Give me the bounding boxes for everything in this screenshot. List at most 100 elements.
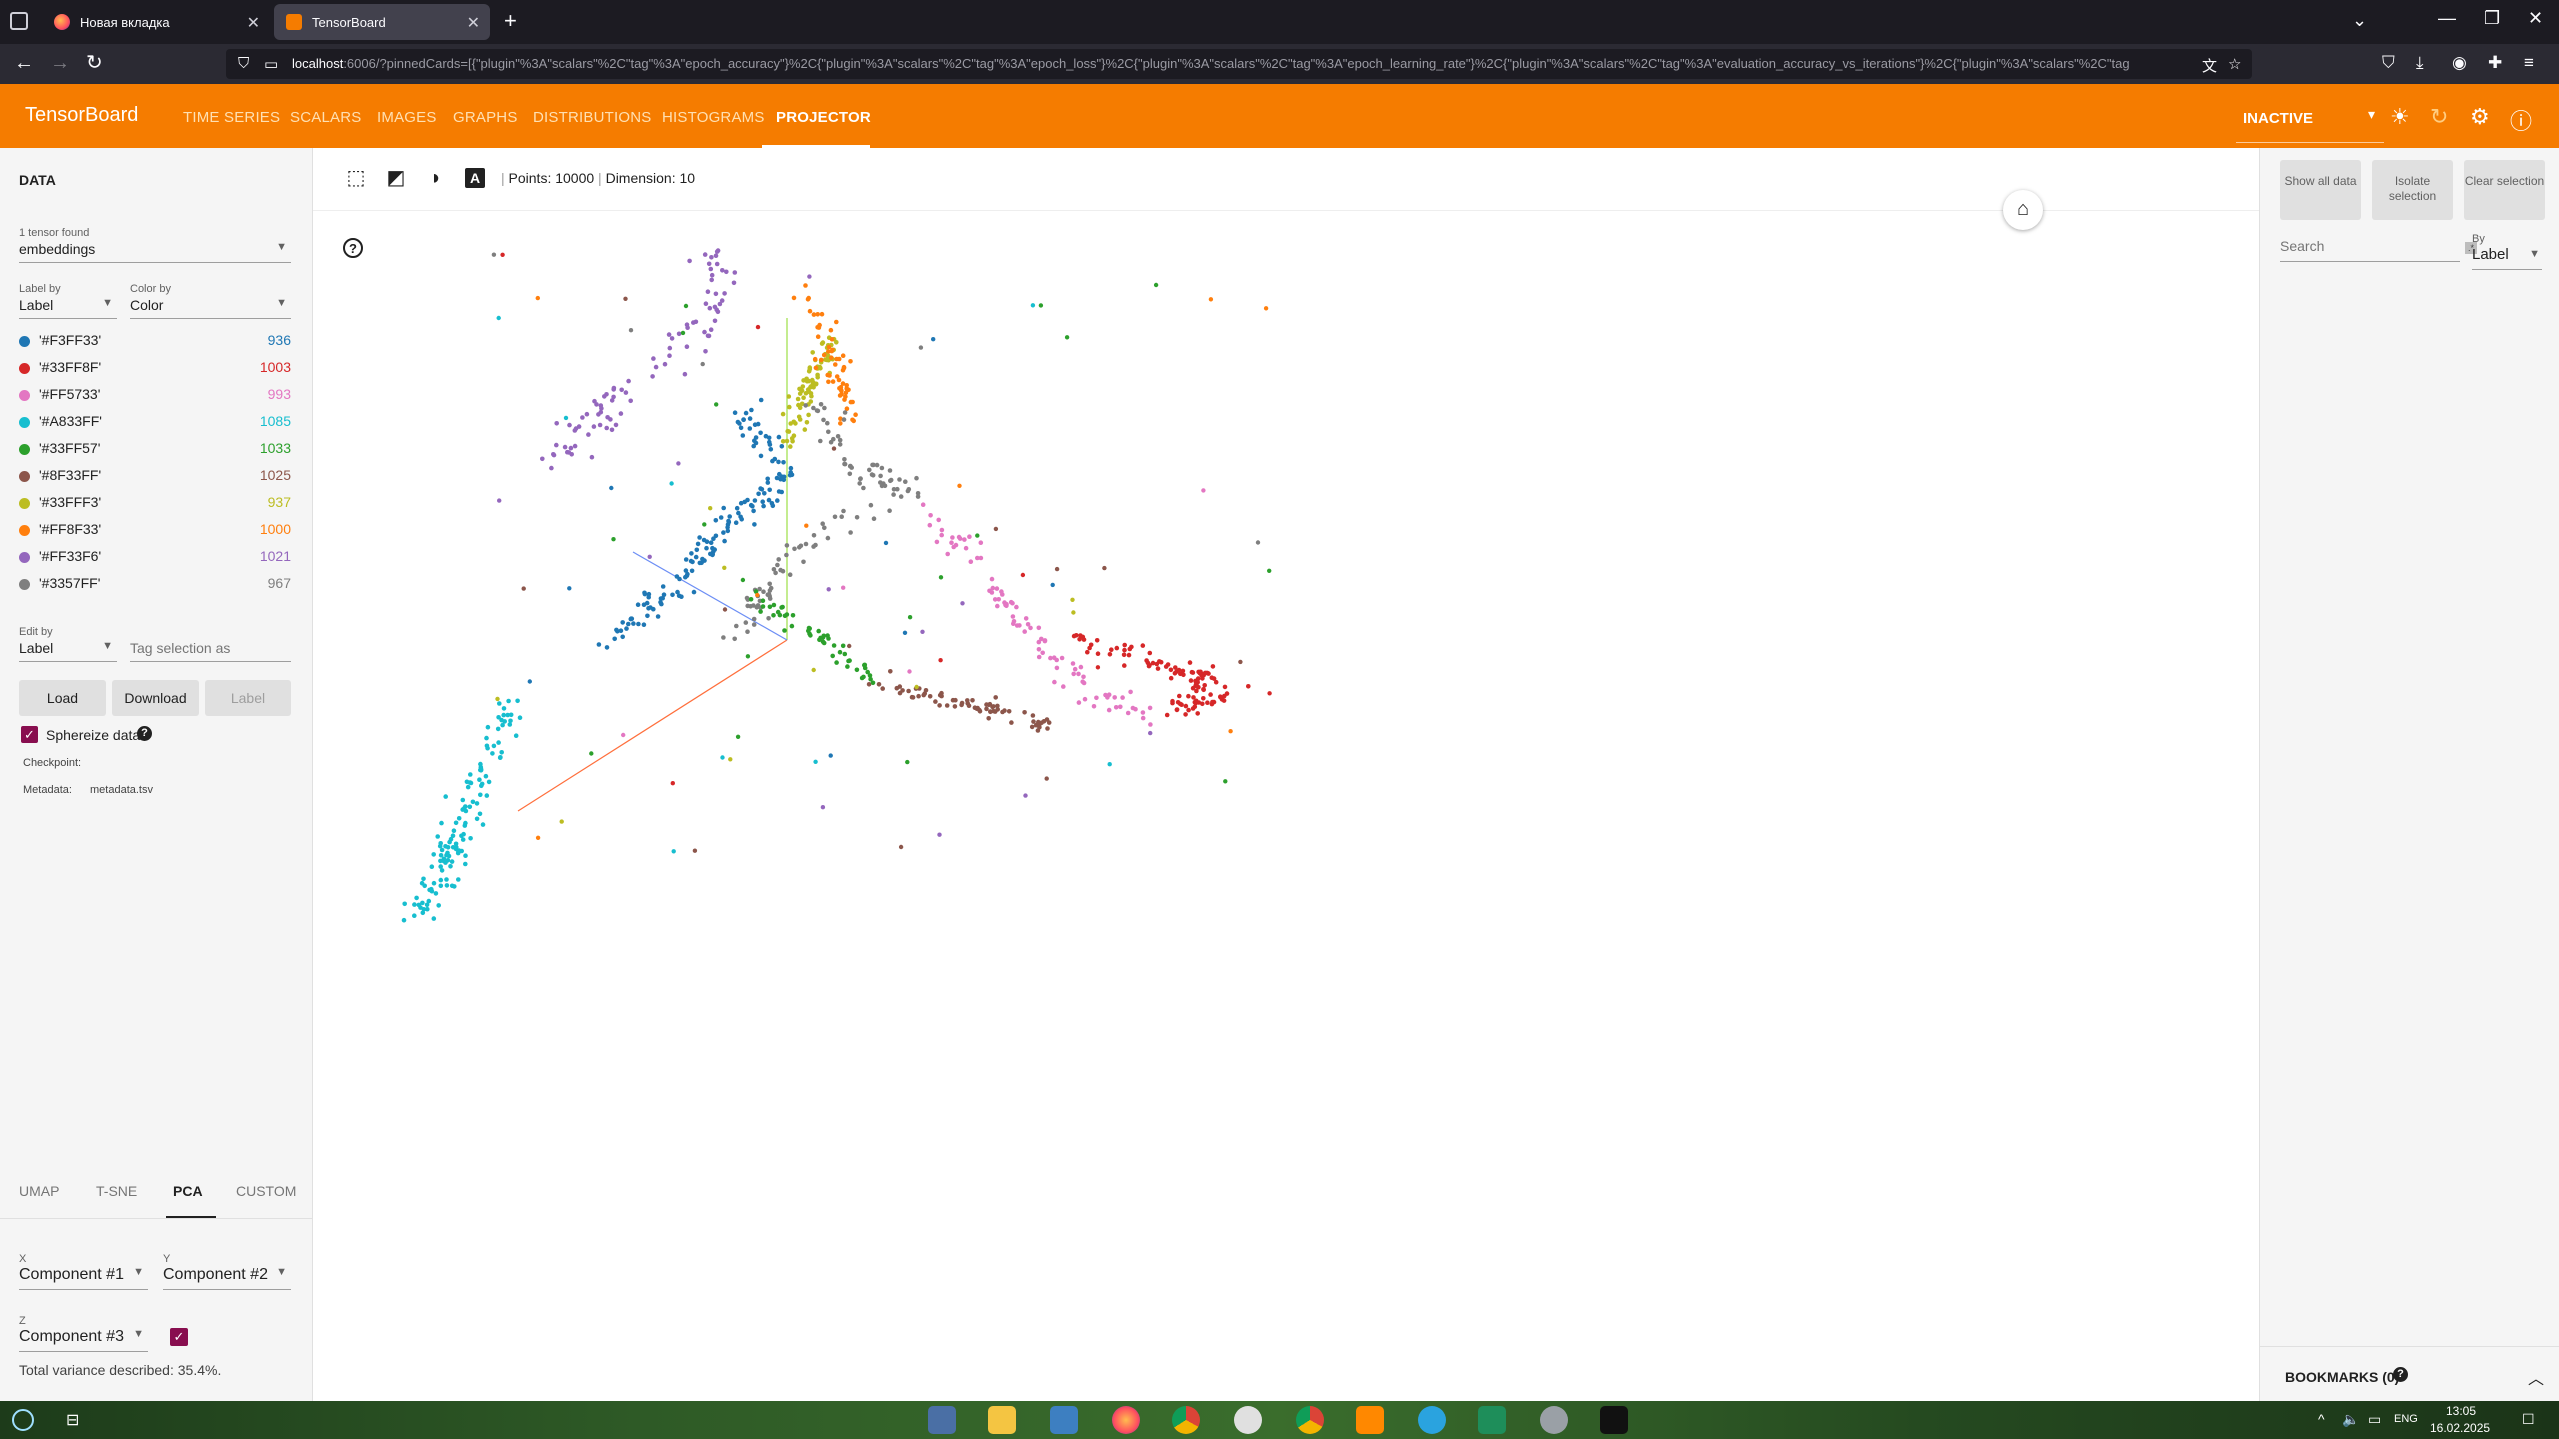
data-point[interactable] (1010, 600, 1015, 606)
data-point[interactable] (777, 471, 782, 477)
data-point[interactable] (763, 433, 769, 439)
data-point[interactable] (641, 602, 647, 607)
data-point[interactable] (1085, 649, 1090, 655)
data-point[interactable] (759, 487, 765, 492)
data-point[interactable] (1077, 637, 1082, 642)
vlc-app-icon[interactable] (1356, 1406, 1384, 1434)
page-info-icon[interactable]: ▭ (264, 55, 278, 73)
data-point[interactable] (815, 408, 821, 414)
data-point[interactable] (818, 366, 823, 371)
chrome-taskbar-icon[interactable] (1172, 1406, 1200, 1434)
data-point[interactable] (988, 709, 993, 715)
data-point[interactable] (1154, 661, 1160, 667)
data-point[interactable] (427, 887, 432, 893)
data-point[interactable] (1061, 684, 1066, 689)
data-point[interactable] (966, 703, 972, 708)
data-point[interactable] (751, 622, 757, 627)
data-point[interactable] (803, 541, 809, 547)
data-point[interactable] (861, 485, 866, 491)
data-point[interactable] (826, 429, 831, 435)
data-point[interactable] (506, 698, 511, 704)
data-point[interactable] (1040, 650, 1045, 656)
data-point[interactable] (900, 688, 905, 693)
data-point[interactable] (712, 318, 718, 324)
data-point[interactable] (745, 603, 750, 609)
data-point[interactable] (495, 696, 500, 702)
data-point[interactable] (897, 477, 902, 482)
data-point[interactable] (779, 444, 785, 449)
data-point[interactable] (790, 439, 795, 444)
data-point[interactable] (731, 280, 737, 286)
data-point[interactable] (444, 883, 450, 888)
data-point[interactable] (666, 332, 672, 337)
data-point[interactable] (1011, 619, 1017, 624)
network-icon[interactable]: ▭ (2368, 1411, 2381, 1428)
data-point[interactable] (680, 330, 686, 336)
data-point[interactable] (1174, 707, 1180, 712)
clock-time[interactable]: 13:05 (2446, 1404, 2476, 1418)
data-point[interactable] (416, 902, 422, 908)
data-point[interactable] (1045, 726, 1050, 731)
data-point[interactable] (916, 693, 921, 699)
data-point[interactable] (1029, 724, 1035, 730)
data-point[interactable] (776, 459, 781, 465)
data-point[interactable] (1014, 623, 1020, 628)
data-point[interactable] (451, 828, 457, 833)
data-point[interactable] (825, 535, 831, 541)
data-point[interactable] (788, 465, 794, 471)
data-point[interactable] (1177, 693, 1182, 699)
data-point[interactable] (898, 844, 904, 850)
data-point[interactable] (921, 692, 926, 698)
data-point[interactable] (841, 417, 847, 422)
data-point[interactable] (778, 567, 783, 573)
data-point[interactable] (709, 272, 715, 278)
data-point[interactable] (620, 634, 625, 640)
data-point[interactable] (624, 626, 629, 631)
data-point[interactable] (671, 849, 676, 854)
data-point[interactable] (623, 390, 629, 395)
data-point[interactable] (975, 533, 980, 538)
data-point[interactable] (484, 735, 489, 741)
data-point[interactable] (832, 514, 838, 520)
data-point[interactable] (937, 703, 942, 708)
data-point[interactable] (1036, 654, 1042, 660)
data-point[interactable] (789, 623, 795, 629)
data-point[interactable] (535, 295, 540, 301)
data-point[interactable] (689, 568, 695, 574)
data-point[interactable] (478, 761, 483, 767)
data-point[interactable] (957, 483, 962, 488)
select-rectangle-icon[interactable]: ⬚ (345, 167, 367, 189)
data-point[interactable] (1129, 644, 1134, 650)
data-point[interactable] (1036, 647, 1042, 652)
data-point[interactable] (968, 559, 974, 564)
data-point[interactable] (1081, 637, 1087, 642)
data-point[interactable] (743, 410, 749, 416)
data-point[interactable] (816, 628, 821, 634)
data-point[interactable] (821, 417, 826, 423)
data-point[interactable] (551, 452, 556, 457)
data-point[interactable] (817, 322, 822, 328)
data-point[interactable] (765, 476, 770, 482)
data-point[interactable] (1076, 700, 1082, 705)
data-point[interactable] (879, 465, 885, 471)
data-point[interactable] (838, 387, 844, 393)
data-point[interactable] (460, 797, 466, 803)
data-point[interactable] (887, 508, 892, 513)
bookmarks-help-icon[interactable]: ? (2393, 1367, 2408, 1382)
bookmarks-bar[interactable]: BOOKMARKS (0) ? ︿ (2260, 1346, 2559, 1401)
data-point[interactable] (818, 438, 823, 444)
data-point[interactable] (848, 463, 853, 469)
data-point[interactable] (549, 465, 554, 471)
data-point[interactable] (655, 614, 661, 619)
data-point[interactable] (755, 592, 760, 598)
data-point[interactable] (1031, 719, 1036, 724)
data-point[interactable] (444, 877, 449, 882)
data-point[interactable] (467, 780, 473, 785)
data-point[interactable] (702, 522, 707, 527)
data-point[interactable] (721, 530, 726, 535)
translate-icon[interactable]: 文 (2202, 55, 2217, 76)
data-point[interactable] (777, 612, 783, 618)
data-point[interactable] (726, 519, 732, 525)
extensions-icon[interactable]: ✚ (2488, 53, 2502, 73)
data-point[interactable] (1140, 643, 1146, 648)
